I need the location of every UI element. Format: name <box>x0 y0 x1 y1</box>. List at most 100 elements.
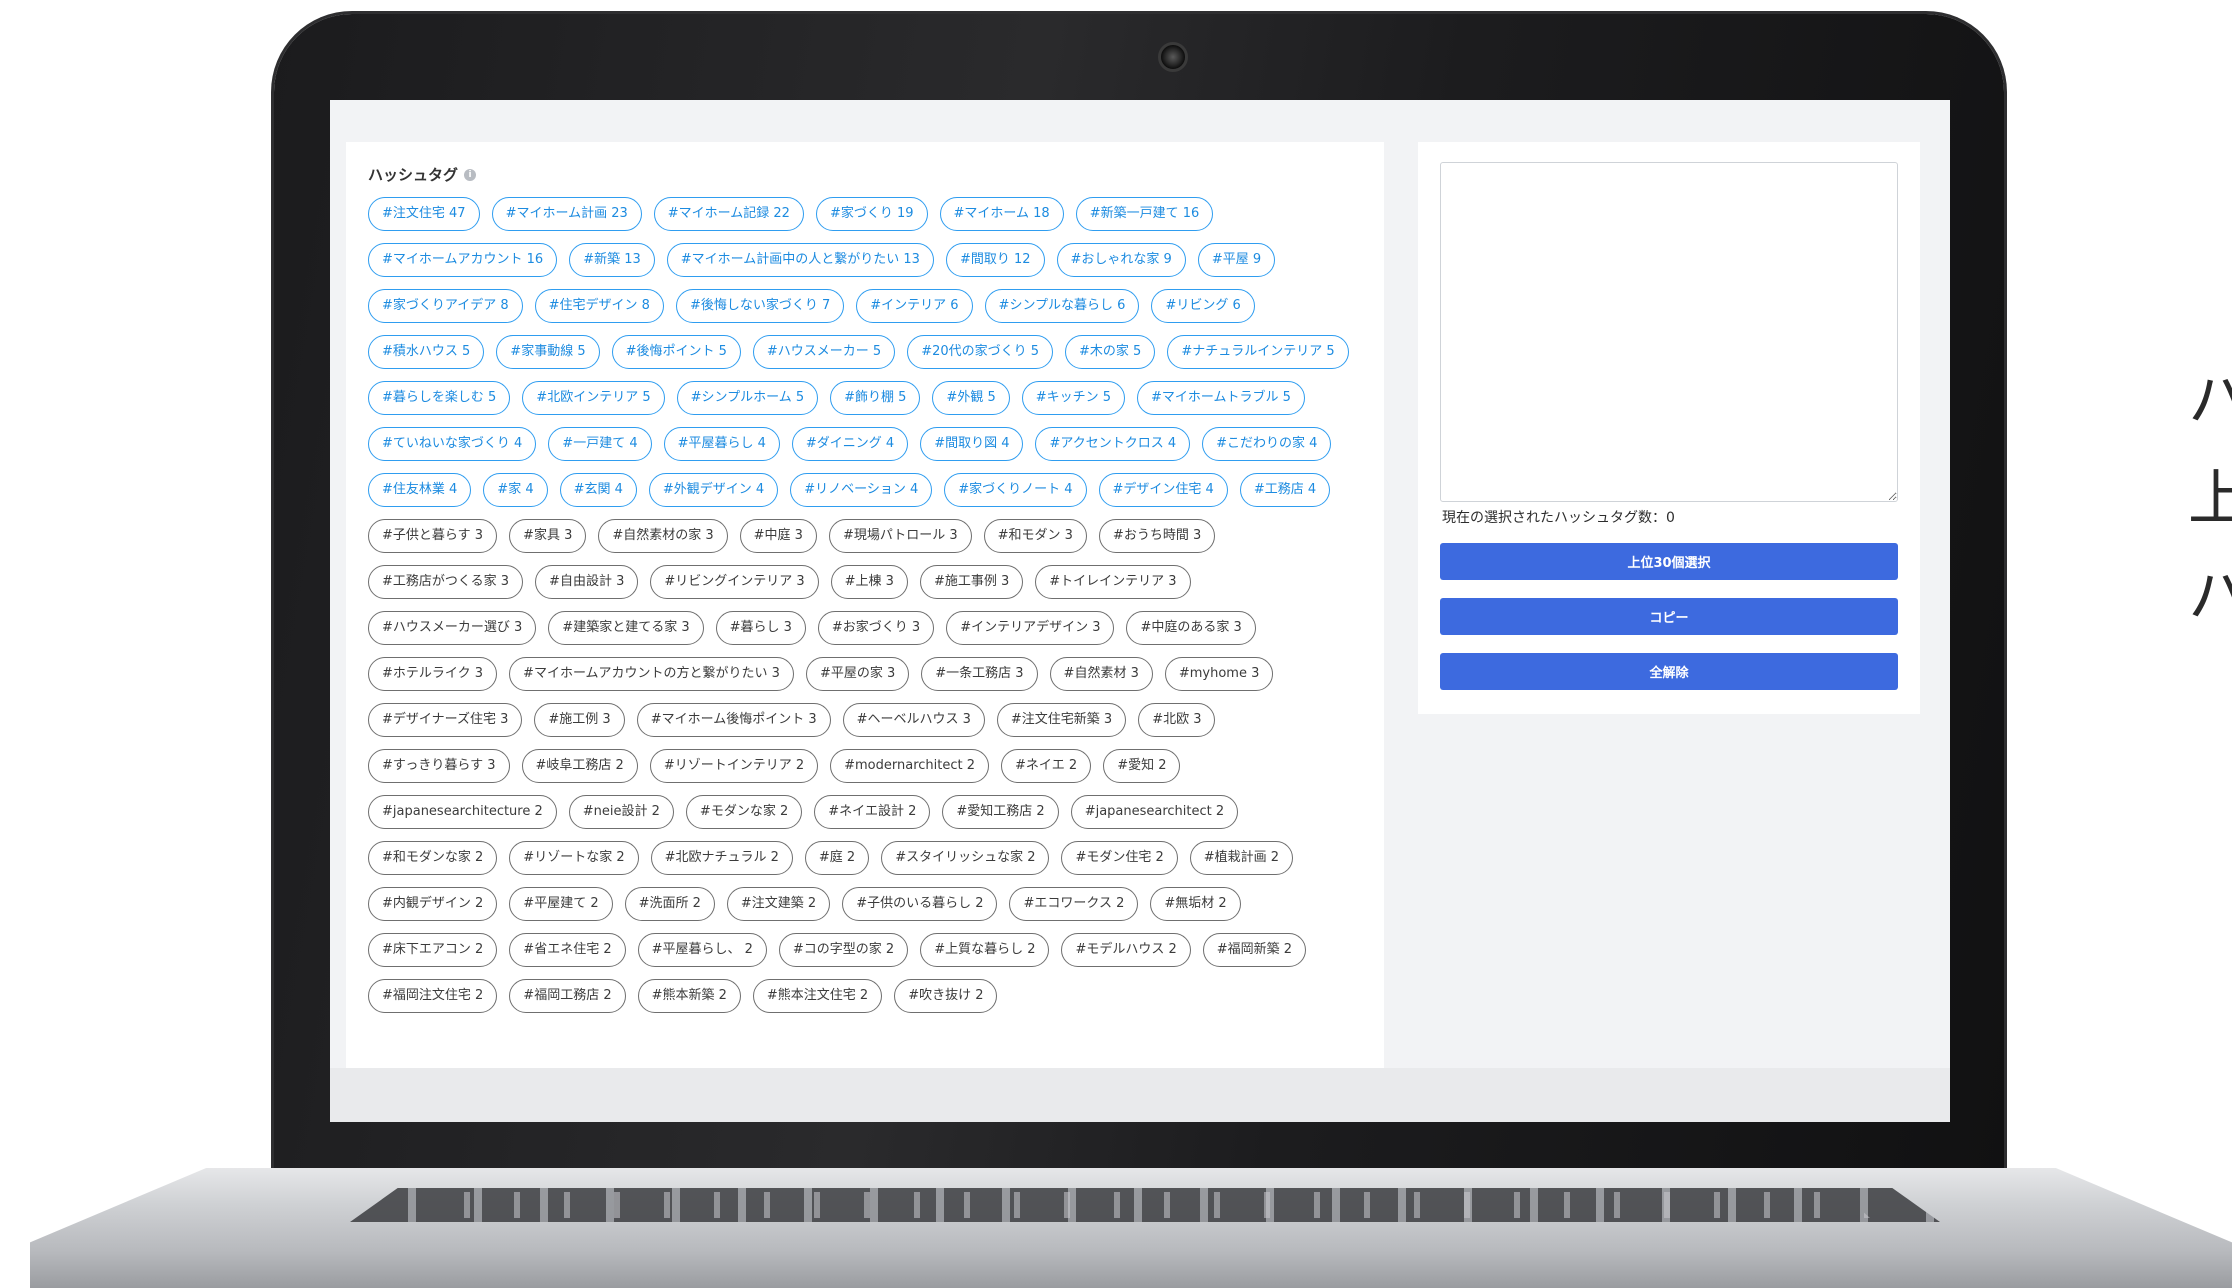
hashtag-chip[interactable]: #無垢材 2 <box>1150 887 1241 921</box>
hashtag-chip[interactable]: #床下エアコン 2 <box>368 933 498 967</box>
hashtag-chip[interactable]: #住宅デザイン 8 <box>534 289 664 323</box>
hashtag-chip[interactable]: #施工事例 3 <box>919 565 1024 599</box>
hashtag-chip[interactable]: #注文建築 2 <box>726 887 831 921</box>
hashtag-chip[interactable]: #後悔ポイント 5 <box>611 335 741 369</box>
hashtag-chip[interactable]: #インテリアデザイン 3 <box>946 611 1115 645</box>
info-icon[interactable]: i <box>464 168 477 181</box>
hashtag-chip[interactable]: #熊本注文住宅 2 <box>752 979 883 1013</box>
hashtag-chip[interactable]: #自然素材 3 <box>1049 657 1153 691</box>
hashtag-chip[interactable]: #福岡工務店 2 <box>509 979 626 1013</box>
hashtag-chip[interactable]: #家づくり 19 <box>815 197 928 231</box>
hashtag-chip[interactable]: #岐阜工務店 2 <box>521 749 638 783</box>
hashtag-chip[interactable]: #福岡新築 2 <box>1202 933 1307 967</box>
hashtag-chip[interactable]: #ネイエ 2 <box>1001 749 1092 783</box>
hashtag-chip[interactable]: #ハウスメーカー選び 3 <box>368 611 537 645</box>
hashtag-chip[interactable]: #外観 5 <box>932 381 1010 415</box>
hashtag-chip[interactable]: #中庭 3 <box>739 519 817 553</box>
hashtag-chip[interactable]: #自由設計 3 <box>535 565 639 599</box>
hashtag-chip[interactable]: #デザイン住宅 4 <box>1098 473 1228 507</box>
hashtag-chip[interactable]: #木の家 5 <box>1065 335 1156 369</box>
hashtag-chip[interactable]: #マイホームアカウント 16 <box>368 243 558 277</box>
hashtag-chip[interactable]: #モダンな家 2 <box>685 795 803 829</box>
copy-button[interactable]: コピー <box>1440 598 1898 635</box>
hashtag-chip[interactable]: #平屋 9 <box>1197 243 1276 277</box>
hashtag-chip[interactable]: #ダイニング 4 <box>791 427 909 461</box>
hashtag-chip[interactable]: #こだわりの家 4 <box>1202 427 1332 461</box>
hashtag-chip[interactable]: #ホテルライク 3 <box>368 657 498 691</box>
hashtag-chip[interactable]: #シンプルホーム 5 <box>676 381 819 415</box>
hashtag-chip[interactable]: #新築 13 <box>569 243 655 277</box>
hashtag-chip[interactable]: #注文住宅新築 3 <box>996 703 1127 737</box>
hashtag-chip[interactable]: #熊本新築 2 <box>637 979 741 1013</box>
hashtag-chip[interactable]: #家具 3 <box>509 519 587 553</box>
hashtag-chip[interactable]: #吹き抜け 2 <box>894 979 998 1013</box>
hashtag-chip[interactable]: #シンプルな暮らし 6 <box>984 289 1140 323</box>
hashtag-chip[interactable]: #おうち時間 3 <box>1098 519 1216 553</box>
hashtag-chip[interactable]: #飾り棚 5 <box>830 381 921 415</box>
hashtag-chip[interactable]: #ネイエ設計 2 <box>814 795 931 829</box>
hashtag-chip[interactable]: #家事動線 5 <box>496 335 600 369</box>
hashtag-chip[interactable]: #内観デザイン 2 <box>368 887 498 921</box>
hashtag-chip[interactable]: #リゾートな家 2 <box>509 841 639 875</box>
hashtag-chip[interactable]: #neie設計 2 <box>568 795 674 829</box>
hashtag-chip[interactable]: #20代の家づくり 5 <box>907 335 1054 369</box>
hashtag-chip[interactable]: #間取り 12 <box>945 243 1045 277</box>
hashtag-chip[interactable]: #子供のいる暮らし 2 <box>842 887 998 921</box>
hashtag-chip[interactable]: #エコワークス 2 <box>1009 887 1139 921</box>
hashtag-chip[interactable]: #japanesearchitecture 2 <box>368 795 557 829</box>
hashtag-chip[interactable]: #間取り図 4 <box>920 427 1024 461</box>
hashtag-chip[interactable]: #暮らし 3 <box>715 611 806 645</box>
hashtag-chip[interactable]: #自然素材の家 3 <box>598 519 728 553</box>
hashtag-chip[interactable]: #インテリア 6 <box>856 289 973 323</box>
hashtag-chip[interactable]: #和モダン 3 <box>983 519 1087 553</box>
hashtag-chip[interactable]: #北欧インテリア 5 <box>522 381 665 415</box>
hashtag-chip[interactable]: #一条工務店 3 <box>921 657 1038 691</box>
hashtag-chip[interactable]: #愛知 2 <box>1103 749 1181 783</box>
select-top30-button[interactable]: 上位30個選択 <box>1440 543 1898 580</box>
hashtag-chip[interactable]: #すっきり暮らす 3 <box>368 749 510 783</box>
hashtag-chip[interactable]: #マイホーム計画中の人と繋がりたい 13 <box>666 243 934 277</box>
hashtag-chip[interactable]: #工務店 4 <box>1239 473 1331 507</box>
hashtag-chip[interactable]: #建築家と建てる家 3 <box>548 611 704 645</box>
hashtag-chip[interactable]: #デザイナーズ住宅 3 <box>368 703 523 737</box>
hashtag-chip[interactable]: #マイホーム記録 22 <box>653 197 804 231</box>
selected-hashtags-textarea[interactable] <box>1440 162 1898 502</box>
hashtag-chip[interactable]: #モデルハウス 2 <box>1061 933 1191 967</box>
hashtag-chip[interactable]: #家 4 <box>483 473 548 507</box>
hashtag-chip[interactable]: #上質な暮らし 2 <box>920 933 1050 967</box>
hashtag-chip[interactable]: #子供と暮らす 3 <box>368 519 498 553</box>
hashtag-chip[interactable]: #japanesearchitect 2 <box>1070 795 1239 829</box>
hashtag-chip[interactable]: #平屋暮らし、 2 <box>637 933 767 967</box>
hashtag-chip[interactable]: #リビングインテリア 3 <box>650 565 819 599</box>
hashtag-chip[interactable]: #現場パトロール 3 <box>828 519 972 553</box>
hashtag-chip[interactable]: #モダン住宅 2 <box>1061 841 1178 875</box>
hashtag-chip[interactable]: #北欧 3 <box>1138 703 1216 737</box>
hashtag-chip[interactable]: #トイレインテリア 3 <box>1035 565 1191 599</box>
hashtag-chip[interactable]: #玄関 4 <box>559 473 637 507</box>
hashtag-chip[interactable]: #マイホーム計画 23 <box>491 197 642 231</box>
hashtag-chip[interactable]: #リゾートインテリア 2 <box>649 749 819 783</box>
hashtag-chip[interactable]: #一戸建て 4 <box>548 427 652 461</box>
hashtag-chip[interactable]: #ヘーベルハウス 3 <box>842 703 985 737</box>
hashtag-chip[interactable]: #リノベーション 4 <box>790 473 933 507</box>
hashtag-chip[interactable]: #外観デザイン 4 <box>648 473 779 507</box>
hashtag-chip[interactable]: #注文住宅 47 <box>368 197 480 231</box>
hashtag-chip[interactable]: #ナチュラルインテリア 5 <box>1167 335 1349 369</box>
hashtag-chip[interactable]: #マイホーム後悔ポイント 3 <box>636 703 831 737</box>
hashtag-chip[interactable]: #ハウスメーカー 5 <box>752 335 896 369</box>
hashtag-chip[interactable]: #スタイリッシュな家 2 <box>881 841 1050 875</box>
hashtag-chip[interactable]: #マイホームアカウントの方と繋がりたい 3 <box>509 657 794 691</box>
clear-all-button[interactable]: 全解除 <box>1440 653 1898 690</box>
hashtag-chip[interactable]: #マイホーム 18 <box>939 197 1064 231</box>
hashtag-chip[interactable]: #キッチン 5 <box>1021 381 1126 415</box>
hashtag-chip[interactable]: #工務店がつくる家 3 <box>368 565 524 599</box>
hashtag-chip[interactable]: #おしゃれな家 9 <box>1056 243 1186 277</box>
hashtag-chip[interactable]: #リビング 6 <box>1151 289 1255 323</box>
hashtag-chip[interactable]: #家づくりノート 4 <box>944 473 1087 507</box>
hashtag-chip[interactable]: #新築一戸建て 16 <box>1075 197 1214 231</box>
hashtag-chip[interactable]: #マイホームトラブル 5 <box>1137 381 1305 415</box>
hashtag-chip[interactable]: #コの字型の家 2 <box>778 933 909 967</box>
hashtag-chip[interactable]: #施工例 3 <box>534 703 625 737</box>
hashtag-chip[interactable]: #平屋の家 3 <box>805 657 910 691</box>
hashtag-chip[interactable]: #洗面所 2 <box>624 887 715 921</box>
